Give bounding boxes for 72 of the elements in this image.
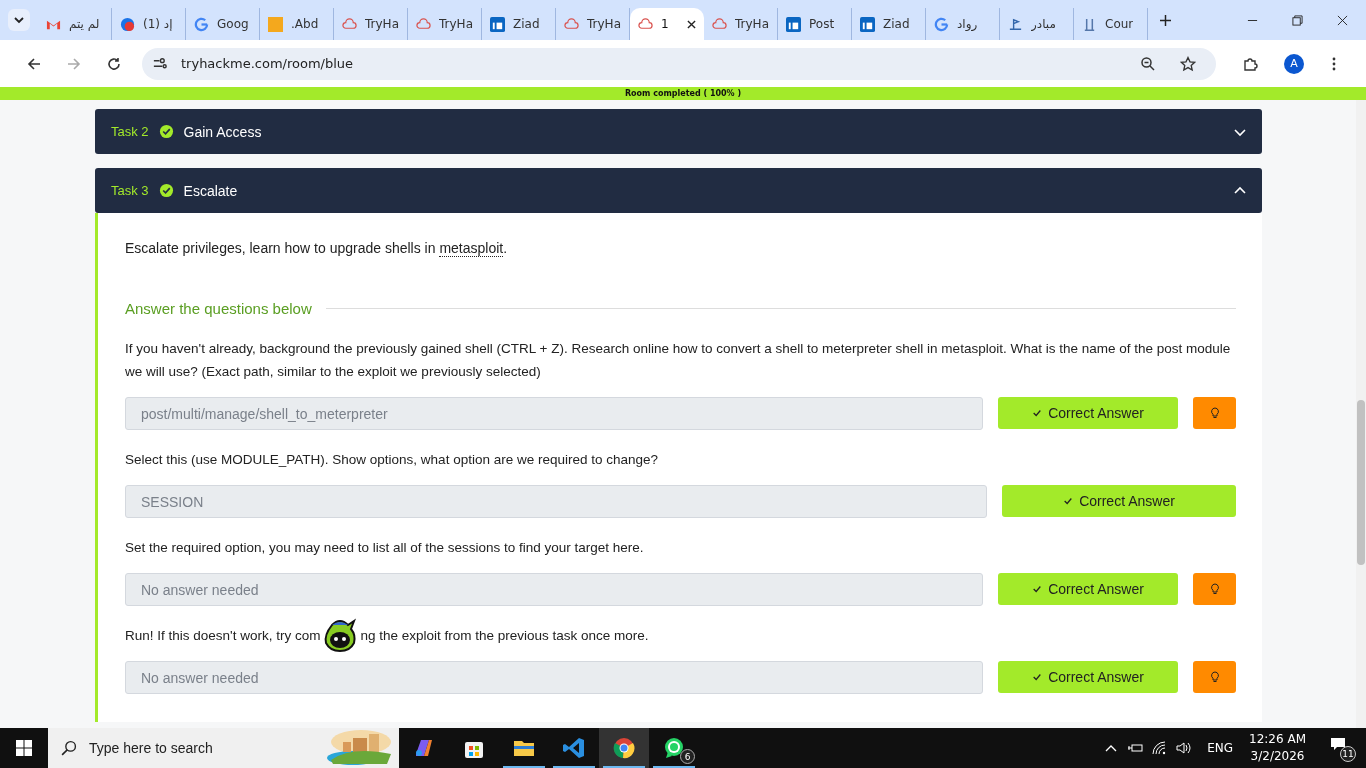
questions-heading: Answer the questions below <box>125 300 312 317</box>
tab-search-button[interactable] <box>8 9 30 31</box>
chat-bubble-icon <box>662 736 686 760</box>
number-tile-icon <box>268 16 283 32</box>
correct-answer-button[interactable]: Correct Answer <box>1002 485 1236 517</box>
progress-label: Room completed ( 100% ) <box>623 88 743 100</box>
search-icon <box>60 739 77 757</box>
notification-center-icon[interactable] <box>1330 736 1346 752</box>
restore-icon[interactable] <box>1292 14 1303 26</box>
task-title: Escalate <box>183 182 238 199</box>
check-icon <box>1063 496 1074 506</box>
zoom-out-icon[interactable] <box>1140 55 1156 72</box>
linkedin-icon <box>786 16 801 32</box>
browser-tab[interactable]: 1 <box>630 8 704 40</box>
lightbulb-icon <box>1209 671 1220 683</box>
question-text: Select this (use MODULE_PATH). Show options, what option are we required to change? <box>125 451 660 469</box>
clock-time[interactable]: 12:26 AM <box>1249 731 1306 748</box>
app-badge: 6 <box>680 749 695 764</box>
taskbar-app[interactable] <box>599 728 649 768</box>
language-indicator[interactable]: ENG <box>1207 741 1234 755</box>
star-icon[interactable] <box>1180 55 1196 72</box>
close-tab-icon[interactable] <box>687 19 696 29</box>
correct-answer-button[interactable]: Correct Answer <box>998 573 1178 605</box>
chevron-down-icon <box>13 14 25 26</box>
site-settings-icon[interactable] <box>152 56 167 71</box>
search-field[interactable]: Type here to search <box>87 739 323 757</box>
windows-start-icon[interactable] <box>16 740 32 756</box>
code-editor-icon <box>562 736 586 760</box>
task-header[interactable]: Task 2 Gain Access <box>95 109 1262 154</box>
question-text: If you haven't already, background the previously gained shell (CTRL + Z). Research online how to convert a shell to meterpreter shell in metasploit. What is the name of the post module we will use? (Exact path, similar to the exploit we previously selected) <box>125 340 1232 381</box>
wifi-icon[interactable] <box>1151 740 1168 756</box>
chrome-icon <box>612 736 636 760</box>
cloud-icon <box>564 16 579 32</box>
volume-icon[interactable] <box>1175 740 1192 756</box>
back-icon[interactable] <box>26 55 42 72</box>
taskbar-app[interactable]: 6 <box>649 728 699 768</box>
check-icon <box>1032 672 1043 682</box>
close-icon[interactable] <box>1337 14 1348 26</box>
task-header[interactable]: Task 3 Escalate <box>95 168 1262 213</box>
task-number: Task 2 <box>111 124 149 139</box>
task-number: Task 3 <box>111 183 149 198</box>
notification-count: 11 <box>1340 746 1356 762</box>
cloud-icon <box>638 16 653 32</box>
lightbulb-icon <box>1209 407 1220 419</box>
cloud-icon <box>416 16 431 32</box>
flag-icon <box>1008 16 1023 32</box>
task-title: Gain Access <box>183 123 262 140</box>
question-text: ng the exploit from the previous task once more. <box>360 627 649 645</box>
linkedin-icon <box>490 16 505 32</box>
task-description: Escalate privileges, learn how to upgrade shells in metasploit. <box>125 240 509 256</box>
correct-answer-button[interactable]: Correct Answer <box>998 397 1178 429</box>
question-text: Run! If this doesn't work, try com <box>125 627 321 645</box>
profile-avatar[interactable]: A <box>1284 53 1304 74</box>
puzzle-icon[interactable] <box>1242 55 1258 72</box>
new-tab-icon[interactable] <box>1160 14 1171 26</box>
correct-answer-button[interactable]: Correct Answer <box>998 661 1178 693</box>
question-text: Set the required option, you may need to list all of the sessions to find your target here. <box>125 539 645 557</box>
linkedin-icon <box>860 16 875 32</box>
cloud-icon <box>712 16 727 32</box>
check-icon <box>1032 584 1043 594</box>
reload-icon[interactable] <box>106 55 122 72</box>
url-text: tryhackme.com/room/blue <box>181 56 355 71</box>
check-icon <box>1032 408 1043 418</box>
clock-date[interactable]: 3/2/2026 <box>1250 748 1305 765</box>
google-g-icon <box>934 16 949 32</box>
scrollbar-thumb[interactable] <box>1357 400 1365 565</box>
notification-icon <box>120 16 135 32</box>
address-bar[interactable]: tryhackme.com/room/blue <box>142 47 1216 80</box>
cloud-icon <box>342 16 357 32</box>
lightbulb-icon <box>1209 583 1220 595</box>
search-bar[interactable]: Type here to search <box>48 728 399 768</box>
google-g-icon <box>194 16 209 32</box>
